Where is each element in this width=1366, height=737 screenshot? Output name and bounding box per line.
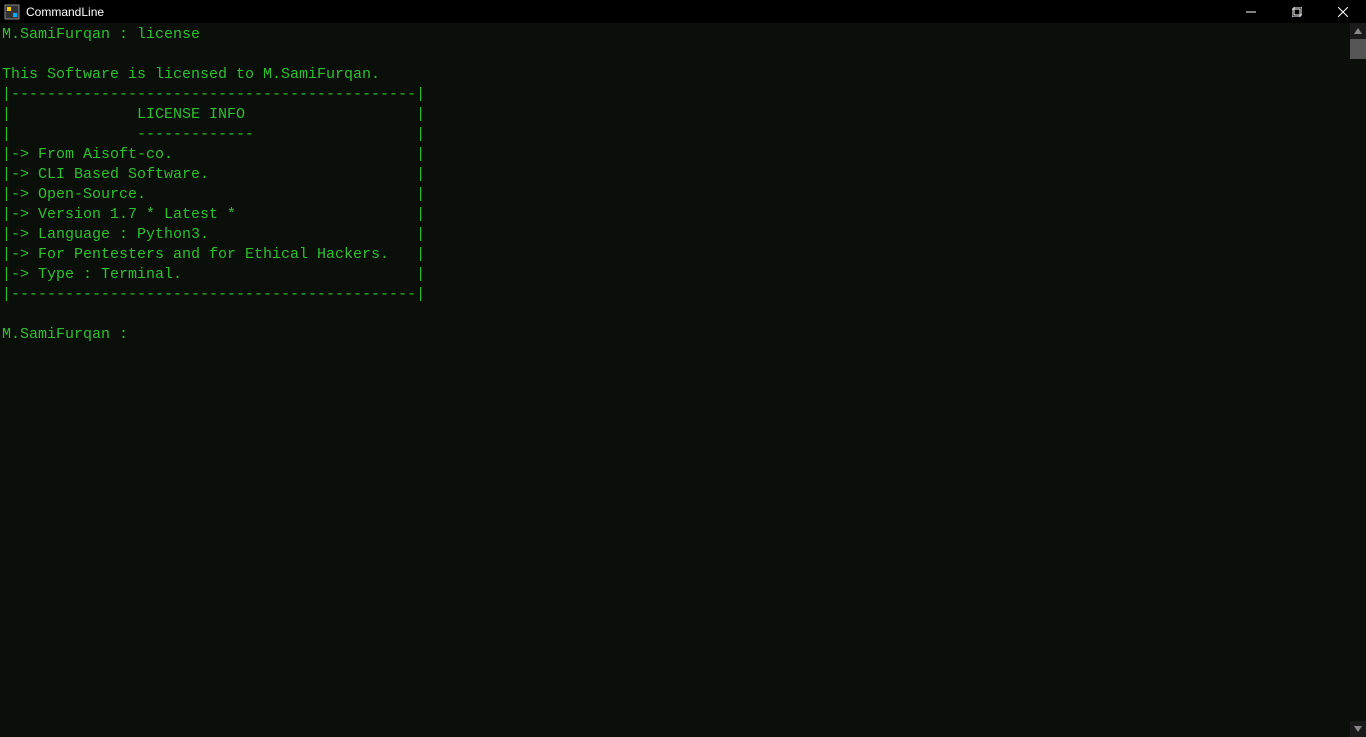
terminal-line: |-> Type : Terminal. | xyxy=(2,266,425,283)
titlebar[interactable]: CommandLine xyxy=(0,0,1366,23)
prompt-line: M.SamiFurqan : license xyxy=(2,26,200,43)
terminal-line: |-> Version 1.7 * Latest * | xyxy=(2,206,425,223)
scroll-down-button[interactable] xyxy=(1350,721,1366,737)
terminal-line: |-> For Pentesters and for Ethical Hacke… xyxy=(2,246,425,263)
terminal-line: | LICENSE INFO | xyxy=(2,106,425,123)
minimize-button[interactable] xyxy=(1228,0,1274,23)
terminal-line: |-> Open-Source. | xyxy=(2,186,425,203)
terminal-line: |---------------------------------------… xyxy=(2,86,425,103)
close-button[interactable] xyxy=(1320,0,1366,23)
terminal-line: This Software is licensed to M.SamiFurqa… xyxy=(2,66,380,83)
terminal-line: | ------------- | xyxy=(2,126,425,143)
scroll-thumb[interactable] xyxy=(1350,39,1366,59)
window-title: CommandLine xyxy=(26,5,104,19)
maximize-button[interactable] xyxy=(1274,0,1320,23)
app-icon xyxy=(4,4,20,20)
prompt-line: M.SamiFurqan : xyxy=(2,326,137,343)
scrollbar[interactable] xyxy=(1350,23,1366,737)
terminal-line: |---------------------------------------… xyxy=(2,286,425,303)
terminal-line: |-> CLI Based Software. | xyxy=(2,166,425,183)
terminal-line: |-> Language : Python3. | xyxy=(2,226,425,243)
terminal-line: |-> From Aisoft-co. | xyxy=(2,146,425,163)
window-controls xyxy=(1228,0,1366,23)
terminal-output[interactable]: M.SamiFurqan : license This Software is … xyxy=(0,23,1366,737)
scroll-up-button[interactable] xyxy=(1350,23,1366,39)
